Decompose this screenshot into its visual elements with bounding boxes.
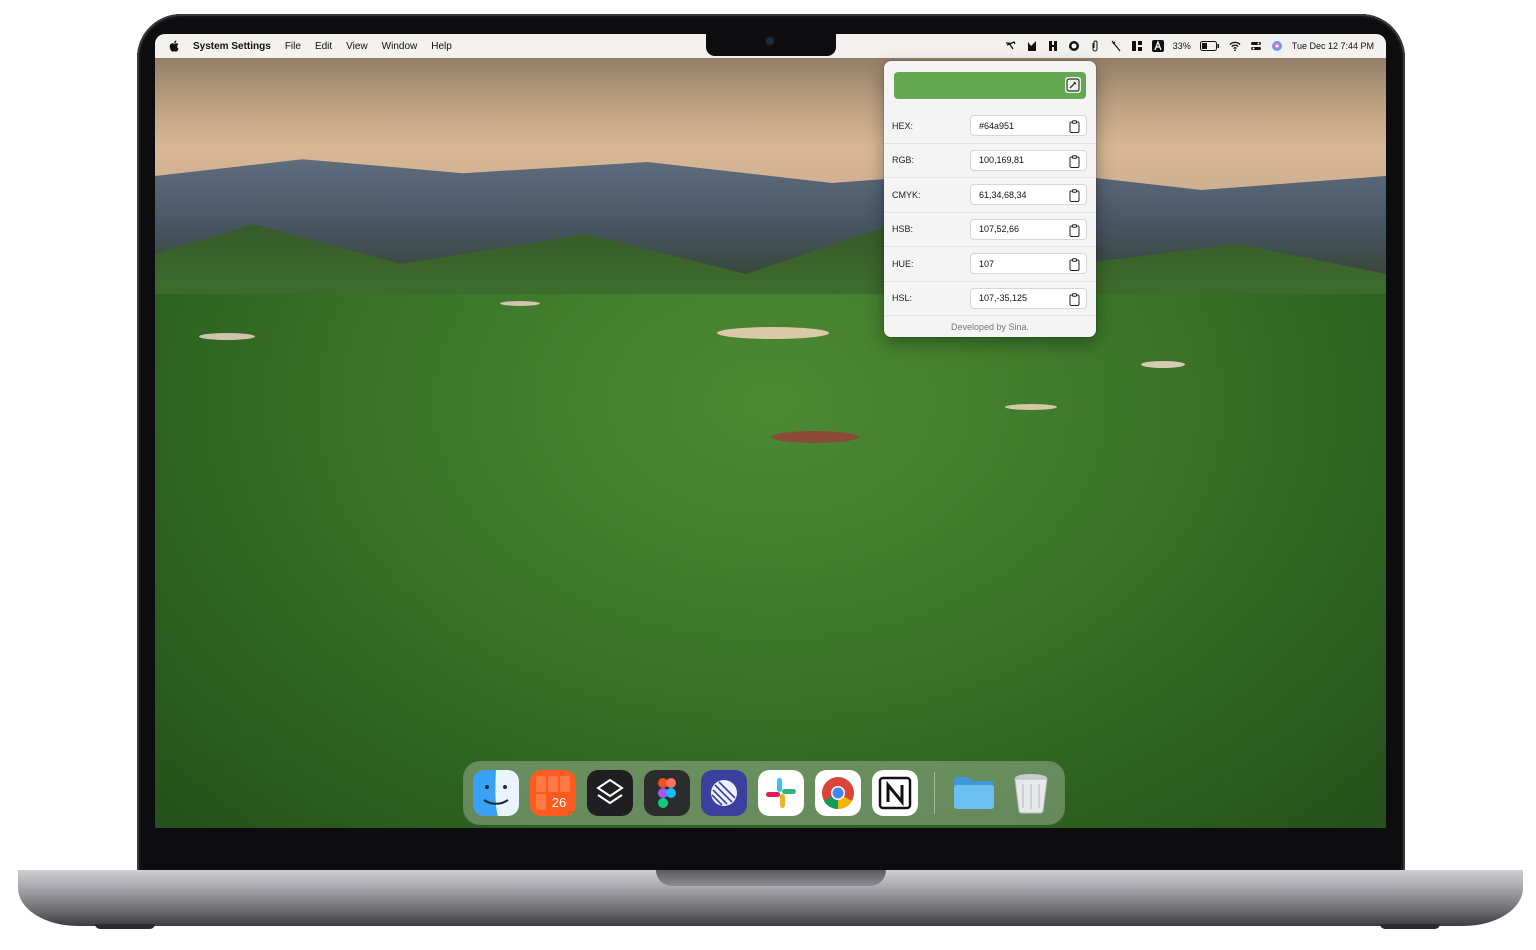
color-row-hsb: HSB: 107,52,66 [884, 213, 1096, 247]
eyedropper-icon[interactable] [1065, 77, 1081, 93]
row-label: HSL: [892, 293, 913, 304]
chrome-icon[interactable] [815, 770, 861, 816]
slash-tool-icon[interactable] [1110, 40, 1122, 52]
wallpaper-pond [199, 333, 255, 340]
dock-separator [934, 772, 935, 814]
figma-icon[interactable] [644, 770, 690, 816]
wallpaper-pond [771, 431, 859, 443]
apple-icon[interactable] [169, 40, 179, 52]
finder-icon[interactable] [473, 770, 519, 816]
notion-icon[interactable] [872, 770, 918, 816]
row-value: 61,34,68,34 [979, 189, 1027, 200]
row-value: #64a951 [979, 120, 1015, 131]
menu-app-name[interactable]: System Settings [193, 41, 271, 52]
row-label: HSB: [892, 224, 914, 235]
screenshot-icon[interactable] [1005, 40, 1017, 52]
pen-tool-icon[interactable] [1026, 40, 1038, 52]
calendar-app-icon[interactable]: 26 [530, 770, 576, 816]
color-row-cmyk: CMYK: 61,34,68,34 [884, 178, 1096, 213]
slack-icon[interactable] [758, 770, 804, 816]
color-row-hex: HEX: #64a951 [884, 109, 1096, 144]
layers-app-icon[interactable] [587, 770, 633, 816]
color-row-rgb: RGB: 100,169,81 [884, 144, 1096, 178]
wallpaper-pond [500, 301, 540, 306]
clipboard-icon[interactable] [1069, 120, 1080, 134]
menu-edit[interactable]: Edit [315, 41, 332, 52]
paperclip-icon[interactable] [1089, 40, 1101, 52]
hsl-value-field[interactable]: 107,-35,125 [970, 287, 1087, 309]
clock[interactable]: Tue Dec 12 7:44 PM [1292, 41, 1374, 51]
linear-icon[interactable] [701, 770, 747, 816]
clipboard-icon[interactable] [1069, 258, 1080, 272]
battery-percent: 33% [1172, 41, 1191, 51]
row-value: 107 [979, 258, 995, 269]
color-values-list: HEX: #64a951 RGB: 100,169,81 CMYK: 61,34… [884, 109, 1096, 316]
dock: 26 [464, 762, 1064, 824]
status-tray: 33% Tue Dec 12 7:44 PM [1005, 34, 1374, 58]
color-row-hsl: HSL: 107,-35,125 [884, 282, 1096, 316]
row-value: 107,-35,125 [979, 293, 1028, 304]
row-label: CMYK: [892, 189, 921, 200]
hsb-value-field[interactable]: 107,52,66 [970, 218, 1087, 240]
color-row-hue: HUE: 107 [884, 247, 1096, 282]
desktop-wallpaper [155, 34, 1386, 828]
menu-help[interactable]: Help [431, 41, 452, 52]
wifi-icon[interactable] [1229, 40, 1241, 52]
trash-icon[interactable] [1008, 770, 1054, 816]
siri-icon[interactable] [1271, 40, 1283, 52]
menu-view[interactable]: View [346, 41, 368, 52]
menu-file[interactable]: File [285, 41, 301, 52]
grammarly-icon[interactable] [1068, 40, 1080, 52]
row-label: HUE: [892, 258, 914, 269]
color-swatch[interactable] [894, 72, 1086, 99]
wallpaper-pond [1141, 361, 1185, 368]
wallpaper-field [155, 294, 1386, 828]
row-label: RGB: [892, 155, 915, 166]
folder-icon[interactable] [951, 770, 997, 816]
menu-window[interactable]: Window [382, 41, 418, 52]
layout-grid-icon[interactable] [1131, 40, 1143, 52]
trackpad-notch [656, 870, 886, 886]
clipboard-icon[interactable] [1069, 223, 1080, 237]
row-value: 100,169,81 [979, 155, 1025, 166]
laptop-foot [95, 924, 155, 929]
wallpaper-pond [1005, 404, 1057, 410]
clipboard-icon[interactable] [1069, 189, 1080, 203]
hue-value-field[interactable]: 107 [970, 253, 1087, 275]
screen: System Settings File Edit View Window He… [155, 34, 1386, 828]
keyboard-input-icon[interactable] [1151, 40, 1164, 52]
laptop-chin [155, 828, 1386, 870]
color-picker-popover: HEX: #64a951 RGB: 100,169,81 CMYK: 61,34… [884, 61, 1096, 337]
clipboard-icon[interactable] [1069, 154, 1080, 168]
h-app-icon[interactable] [1047, 40, 1059, 52]
hex-value-field[interactable]: #64a951 [970, 115, 1087, 137]
clipboard-icon[interactable] [1069, 292, 1080, 306]
row-value: 107,52,66 [979, 224, 1020, 235]
calendar-badge: 26 [552, 795, 566, 810]
control-center-icon[interactable] [1250, 40, 1262, 52]
wallpaper-pond [717, 327, 829, 339]
rgb-value-field[interactable]: 100,169,81 [970, 149, 1087, 171]
battery-icon[interactable] [1199, 41, 1220, 51]
laptop-foot [1380, 924, 1440, 929]
camera-icon [766, 37, 774, 45]
developer-credit: Developed by Sina. [950, 322, 1030, 332]
row-label: HEX: [892, 120, 914, 131]
cmyk-value-field[interactable]: 61,34,68,34 [970, 184, 1087, 206]
